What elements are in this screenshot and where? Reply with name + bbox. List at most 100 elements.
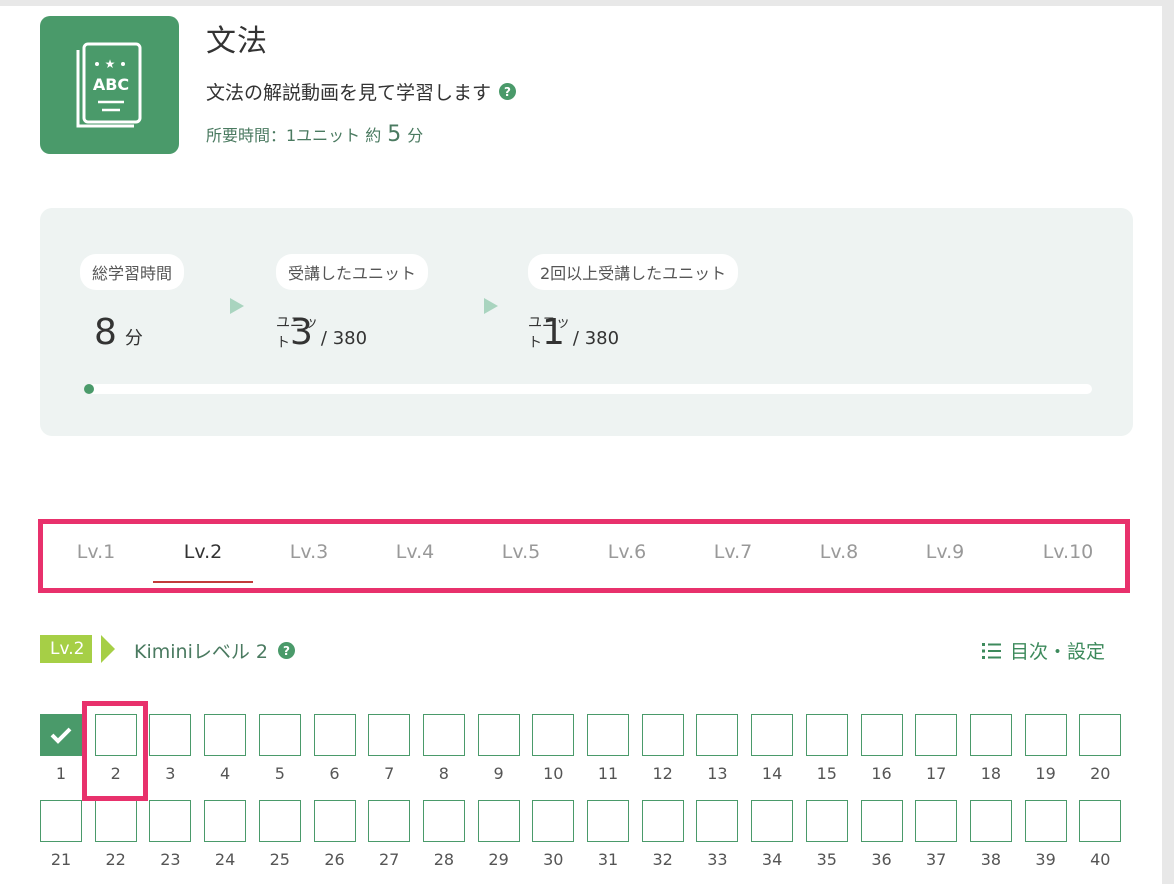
unit-checkbox[interactable]	[915, 714, 958, 756]
unit-checkbox[interactable]	[477, 800, 520, 842]
unit-cell[interactable]: 39	[1024, 800, 1067, 869]
unit-checkbox[interactable]	[696, 800, 739, 842]
unit-checkbox[interactable]	[641, 714, 684, 756]
level-tab[interactable]: Lv.1	[46, 541, 146, 563]
unit-checkbox[interactable]	[532, 714, 575, 756]
unit-checkbox[interactable]	[258, 800, 301, 842]
unit-checkbox[interactable]	[204, 800, 247, 842]
unit-cell[interactable]: 21	[40, 800, 82, 869]
unit-checkbox[interactable]	[969, 800, 1012, 842]
unit-checkbox[interactable]	[915, 800, 958, 842]
unit-cell[interactable]: 14	[751, 714, 794, 783]
unit-cell[interactable]: 10	[532, 714, 575, 783]
unit-checkbox[interactable]	[149, 800, 192, 842]
unit-checkbox[interactable]	[40, 800, 82, 842]
unit-cell[interactable]: 24	[204, 800, 247, 869]
unit-checkbox[interactable]	[149, 714, 192, 756]
unit-cell[interactable]: 36	[860, 800, 903, 869]
unit-cell[interactable]: 18	[969, 714, 1012, 783]
unit-cell[interactable]: 7	[368, 714, 411, 783]
unit-checkbox[interactable]	[313, 714, 356, 756]
unit-cell[interactable]: 30	[532, 800, 575, 869]
level-tab[interactable]: Lv.9	[895, 541, 995, 563]
unit-cell[interactable]: 5	[258, 714, 301, 783]
unit-cell[interactable]: 26	[313, 800, 356, 869]
unit-cell[interactable]: 12	[641, 714, 684, 783]
unit-cell[interactable]: 17	[915, 714, 958, 783]
unit-number: 29	[488, 850, 509, 869]
unit-checkbox[interactable]	[532, 800, 575, 842]
unit-cell[interactable]: 19	[1024, 714, 1067, 783]
unit-checkbox[interactable]	[641, 800, 684, 842]
unit-checkbox[interactable]	[860, 800, 903, 842]
level-tab[interactable]: Lv.5	[471, 541, 571, 563]
unit-cell[interactable]: 22	[94, 800, 137, 869]
unit-number: 6	[329, 764, 340, 783]
unit-cell[interactable]: 3	[149, 714, 192, 783]
unit-cell[interactable]: 37	[915, 800, 958, 869]
unit-checkbox[interactable]	[204, 714, 247, 756]
unit-number: 40	[1090, 850, 1111, 869]
unit-checkbox[interactable]	[422, 800, 465, 842]
unit-checkbox[interactable]	[860, 714, 903, 756]
unit-cell[interactable]: 28	[422, 800, 465, 869]
level-tab[interactable]: Lv.3	[259, 541, 359, 563]
active-tab-underline	[153, 581, 253, 583]
unit-number: 26	[324, 850, 345, 869]
unit-cell[interactable]: 23	[149, 800, 192, 869]
unit-cell[interactable]: 11	[587, 714, 629, 783]
unit-cell[interactable]: 16	[860, 714, 903, 783]
unit-cell[interactable]: 31	[587, 800, 629, 869]
unit-checkbox[interactable]	[587, 714, 629, 756]
unit-checkbox[interactable]	[805, 800, 848, 842]
level-tab[interactable]: Lv.10	[1018, 541, 1118, 563]
unit-checkbox[interactable]	[40, 714, 82, 756]
unit-cell[interactable]: 38	[969, 800, 1012, 869]
unit-checkbox[interactable]	[696, 714, 739, 756]
unit-number: 22	[105, 850, 126, 869]
unit-checkbox[interactable]	[1079, 800, 1122, 842]
stat-units-repeated: 2回以上受講したユニット 1 / 380 ユニット	[528, 254, 739, 353]
unit-cell[interactable]: 4	[204, 714, 247, 783]
unit-checkbox[interactable]	[751, 800, 794, 842]
unit-checkbox[interactable]	[587, 800, 629, 842]
unit-cell[interactable]: 8	[422, 714, 465, 783]
unit-cell[interactable]: 27	[368, 800, 411, 869]
unit-checkbox[interactable]	[368, 800, 411, 842]
toc-settings-link[interactable]: 目次・設定	[982, 637, 1105, 664]
unit-cell[interactable]: 13	[696, 714, 739, 783]
level-tab[interactable]: Lv.4	[365, 541, 465, 563]
unit-cell[interactable]: 9	[477, 714, 520, 783]
unit-checkbox[interactable]	[258, 714, 301, 756]
unit-checkbox[interactable]	[1024, 714, 1067, 756]
unit-cell[interactable]: 25	[258, 800, 301, 869]
unit-checkbox[interactable]	[94, 800, 137, 842]
unit-cell[interactable]: 29	[477, 800, 520, 869]
level-tab[interactable]: Lv.8	[789, 541, 889, 563]
level-tab[interactable]: Lv.7	[683, 541, 783, 563]
unit-cell[interactable]: 20	[1079, 714, 1122, 783]
unit-checkbox[interactable]	[969, 714, 1012, 756]
unit-checkbox[interactable]	[477, 714, 520, 756]
unit-number: 3	[165, 764, 176, 783]
help-icon[interactable]: ?	[277, 642, 295, 659]
unit-checkbox[interactable]	[368, 714, 411, 756]
unit-checkbox[interactable]	[751, 714, 794, 756]
stat-total-time-value: 8	[94, 312, 117, 353]
unit-checkbox[interactable]	[805, 714, 848, 756]
unit-cell[interactable]: 1	[40, 714, 82, 783]
unit-cell[interactable]: 32	[641, 800, 684, 869]
unit-checkbox[interactable]	[1024, 800, 1067, 842]
level-tab[interactable]: Lv.2	[153, 541, 253, 563]
unit-cell[interactable]: 34	[751, 800, 794, 869]
unit-cell[interactable]: 33	[696, 800, 739, 869]
unit-cell[interactable]: 40	[1079, 800, 1122, 869]
help-icon[interactable]: ?	[499, 83, 517, 100]
unit-cell[interactable]: 15	[805, 714, 848, 783]
unit-checkbox[interactable]	[422, 714, 465, 756]
unit-cell[interactable]: 6	[313, 714, 356, 783]
level-tab[interactable]: Lv.6	[577, 541, 677, 563]
unit-checkbox[interactable]	[313, 800, 356, 842]
unit-cell[interactable]: 35	[805, 800, 848, 869]
unit-checkbox[interactable]	[1079, 714, 1122, 756]
